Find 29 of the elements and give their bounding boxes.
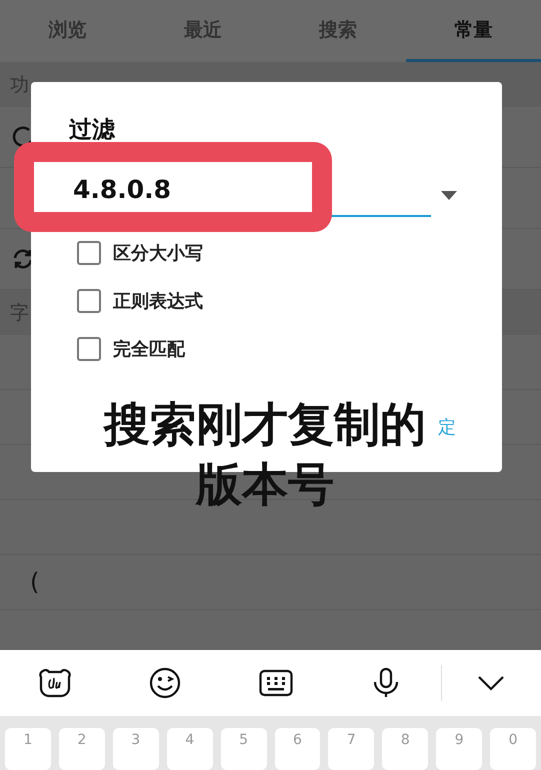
caption-text: 版本号	[196, 456, 334, 513]
dialog-title: 过滤	[69, 116, 116, 145]
checkbox[interactable]	[77, 241, 101, 265]
checkbox-label: 区分大小写	[113, 242, 203, 265]
row-text: (	[29, 568, 40, 596]
caption-text: 搜索刚才复制的	[104, 396, 426, 453]
refresh-icon	[12, 248, 34, 270]
checkbox-label: 正则表达式	[113, 290, 203, 313]
key[interactable]: 6	[274, 728, 320, 770]
dropdown-icon[interactable]	[441, 191, 457, 201]
checkbox[interactable]	[77, 289, 101, 313]
emoji-icon[interactable]	[149, 667, 182, 699]
bear-logo-icon[interactable]	[38, 668, 72, 698]
key[interactable]: 7	[328, 728, 374, 770]
key[interactable]: 8	[382, 728, 428, 770]
filter-field[interactable]: 4.8.0.8	[69, 169, 431, 217]
microphone-icon[interactable]	[372, 667, 400, 699]
key[interactable]: 2	[58, 728, 105, 770]
key[interactable]: 3	[112, 728, 159, 770]
checkbox[interactable]	[77, 337, 101, 361]
key[interactable]: 4	[166, 728, 213, 770]
key[interactable]: 9	[436, 728, 482, 770]
key[interactable]: 1	[5, 728, 51, 770]
key[interactable]: 5	[220, 728, 267, 770]
key[interactable]: 0	[490, 728, 536, 770]
checkbox-label: 完全匹配	[113, 338, 185, 361]
keyboard-icon[interactable]	[258, 669, 292, 697]
dialog-button[interactable]: 定	[434, 411, 460, 443]
chevron-down-icon[interactable]	[477, 675, 506, 691]
